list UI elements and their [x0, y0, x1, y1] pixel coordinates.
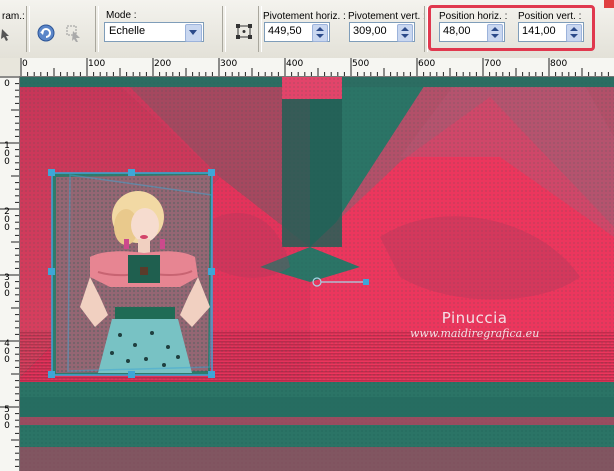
horizontal-ruler: 0 100 200 300 400 500 600 700 800 [20, 58, 614, 77]
ruler-vlabel-300: 300 [4, 273, 10, 299]
reset-icon [37, 24, 55, 42]
position-highlight-box [428, 5, 595, 51]
rot-h-field[interactable]: 449,50 [264, 22, 330, 42]
mode-select[interactable]: Echelle [104, 22, 204, 42]
watermark: Pinuccia www.maidiregrafica.eu [410, 309, 539, 340]
ruler-label-500: 500 [352, 59, 370, 69]
spin-arrows-icon[interactable] [312, 24, 328, 42]
ruler-label-600: 600 [418, 59, 436, 69]
watermark-url: www.maidiregrafica.eu [410, 327, 540, 340]
pivot-button[interactable] [235, 22, 255, 42]
ruler-vlabel-400: 400 [4, 339, 10, 365]
apply-button[interactable] [64, 23, 84, 43]
image-canvas[interactable]: Pinuccia www.maidiregrafica.eu [20, 77, 614, 471]
rot-v-value: 309,00 [353, 25, 387, 37]
spin-arrows-icon[interactable] [397, 24, 413, 42]
rot-h-value: 449,50 [268, 25, 302, 37]
deform-toolbar: ram. : Mode : Echelle Pivotement horiz. … [0, 0, 614, 59]
ruler-label-400: 400 [286, 59, 304, 69]
ruler-label-700: 700 [484, 59, 502, 69]
ruler-label-0: 0 [22, 59, 28, 69]
watermark-name: Pinuccia [441, 309, 508, 327]
ruler-vlabel-500: 500 [4, 405, 10, 431]
ruler-vlabel-200: 200 [4, 207, 10, 233]
pivot-icon [236, 24, 252, 39]
chevron-down-icon[interactable] [185, 24, 202, 42]
preset-label: ram. [2, 11, 22, 22]
mode-value: Echelle [109, 25, 146, 37]
ruler-corner [0, 58, 20, 76]
ruler-vlabel-100: 100 [4, 141, 10, 167]
canvas-artwork [20, 77, 614, 471]
close-icon[interactable] [604, 0, 614, 8]
ruler-label-100: 100 [88, 59, 106, 69]
rot-v-label: Pivotement vert. : [348, 11, 426, 22]
mode-label: Mode : [106, 10, 137, 21]
ruler-label-300: 300 [220, 59, 238, 69]
ruler-label-200: 200 [154, 59, 172, 69]
preset-colon: : [22, 11, 25, 22]
deform-layer [52, 172, 212, 375]
vertical-ruler: 0 100 200 300 400 500 [0, 76, 20, 471]
ruler-vlabel-0: 0 [4, 79, 10, 89]
select-tool-icon [66, 25, 80, 42]
ruler-ticks [20, 58, 609, 76]
rot-h-label: Pivotement horiz. : [263, 11, 346, 22]
rot-v-field[interactable]: 309,00 [349, 22, 415, 42]
preset-arrow-icon[interactable] [0, 26, 14, 42]
reset-button[interactable] [36, 23, 56, 43]
ruler-label-800: 800 [550, 59, 568, 69]
